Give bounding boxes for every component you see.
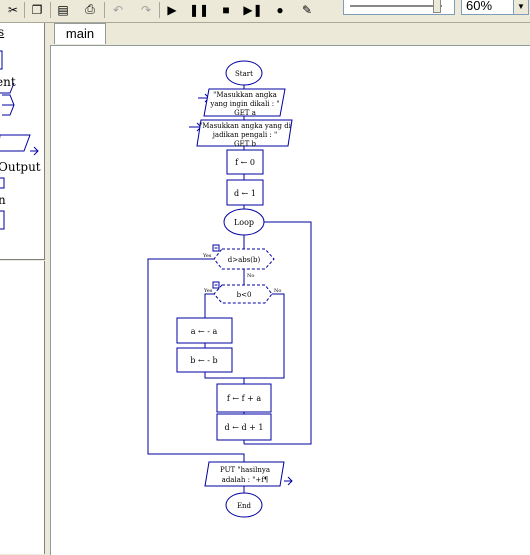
variables-panel — [0, 261, 45, 554]
paste-icon[interactable]: ▤ — [53, 0, 73, 19]
input-a-line2: yang ingin dikali : " — [209, 100, 279, 108]
palette-assignment-label: ent — [0, 75, 16, 89]
stop-icon[interactable]: ■ — [216, 0, 236, 19]
palette-selection-shape[interactable] — [0, 177, 5, 189]
palette-output-shape[interactable] — [0, 134, 31, 152]
assign-a-label: a ← - a — [191, 327, 218, 336]
output-line2: adalah : "+f¶ — [222, 476, 269, 484]
toolbar-separator — [104, 2, 105, 18]
zoom-select[interactable]: 60% ▼ — [461, 0, 529, 15]
tab-bar: main — [50, 23, 530, 45]
assign-b-label: b ← - b — [190, 356, 217, 365]
chevron-down-icon[interactable]: ▼ — [513, 0, 528, 14]
print-icon[interactable]: ⎙ — [80, 0, 100, 19]
pause-icon[interactable]: ❚❚ — [189, 0, 209, 19]
toolbar-separator — [24, 2, 25, 18]
yes-label-1: Yes — [202, 253, 212, 259]
palette-selection-label: n — [0, 193, 6, 207]
input-b-line3: GET b — [234, 140, 257, 148]
output-line1: PUT "hasilnya — [220, 466, 270, 474]
reset-icon[interactable]: ● — [270, 0, 290, 19]
input-b-line1: "Masukkan angka yang di — [199, 122, 292, 130]
yes-label-2: Yes — [203, 288, 213, 294]
end-label: End — [237, 502, 252, 510]
assign-f-label: f ← 0 — [235, 158, 255, 167]
cut-icon[interactable]: ✂ — [3, 0, 23, 19]
input-a-line3: GET a — [234, 109, 256, 117]
input-a-line1: "Masukkan angka — [213, 91, 277, 99]
toolbar-separator — [50, 2, 51, 18]
no-label-2: No — [274, 288, 281, 294]
copy-icon[interactable]: ❐ — [27, 0, 47, 19]
no-label-1: No — [247, 273, 254, 279]
flowchart-canvas[interactable]: Start "Masukkan angka yang ingin dikali … — [50, 45, 530, 555]
assign-d-label: d ← 1 — [234, 189, 256, 198]
palette-assignment-shape[interactable] — [0, 50, 3, 70]
loop-label: Loop — [234, 218, 254, 227]
assign-dd-label: d ← d + 1 — [225, 423, 264, 432]
toolbar-separator — [159, 2, 160, 18]
execute-icon[interactable]: ▶ — [162, 0, 182, 19]
cond1-label: d>abs(b) — [228, 256, 261, 264]
palette-loop-shape[interactable] — [0, 210, 5, 230]
palette-output-label: Output — [0, 160, 41, 174]
start-label: Start — [235, 70, 253, 78]
symbol-panel: s ent Output n — [0, 23, 46, 554]
tab-main[interactable]: main — [54, 23, 106, 44]
undo-icon[interactable]: ↶ — [108, 0, 128, 19]
symbol-palette: s ent Output n — [0, 23, 45, 260]
pencil-icon[interactable]: ✎ — [297, 0, 317, 19]
speed-slider[interactable] — [343, 0, 455, 15]
cond2-label: b<0 — [237, 291, 252, 299]
slider-thumb[interactable] — [433, 0, 441, 13]
zoom-value: 60% — [466, 0, 493, 13]
redo-icon[interactable]: ↷ — [136, 0, 156, 19]
input-b-line2: jadikan pengali : " — [212, 131, 278, 139]
slider-track — [350, 5, 442, 7]
step-icon[interactable]: ▶❚ — [243, 0, 263, 19]
assign-fa-label: f ← f + a — [227, 394, 262, 403]
